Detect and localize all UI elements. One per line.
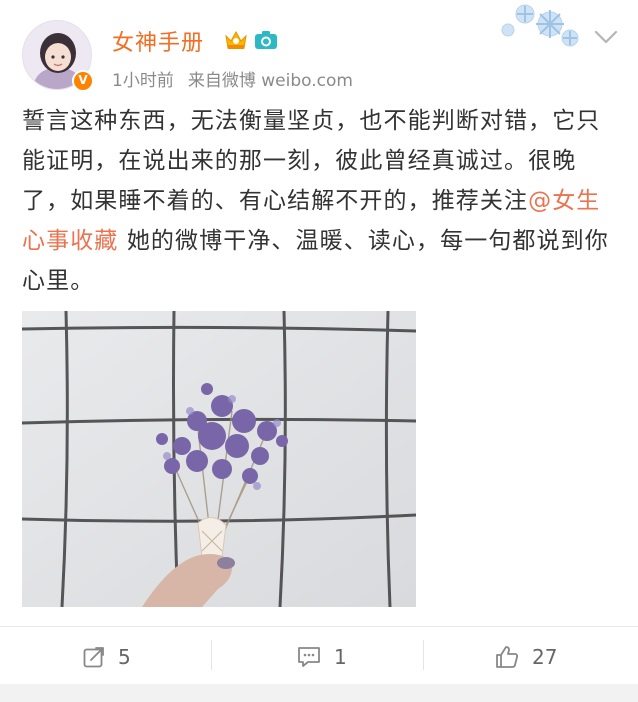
post-source[interactable]: 来自微博 weibo.com	[188, 71, 353, 91]
post-image[interactable]	[22, 311, 416, 607]
post-meta: 1小时前 来自微博 weibo.com	[112, 66, 367, 91]
share-icon	[83, 647, 104, 668]
post-text: 誓言这种东西，无法衡量坚贞，也不能判断对错，它只能证明，在说出来的那一刻，彼此曾…	[22, 101, 622, 301]
post-text-before: 誓言这种东西，无法衡量坚贞，也不能判断对错，它只能证明，在说出来的那一刻，彼此曾…	[22, 108, 601, 214]
chevron-down-icon[interactable]	[592, 26, 620, 48]
bottom-spacer	[0, 684, 638, 702]
verified-badge-icon: V	[72, 70, 94, 92]
action-separator	[423, 640, 424, 670]
footer-divider	[0, 626, 638, 627]
comment-count: 1	[334, 645, 347, 669]
repost-button[interactable]: 5	[82, 640, 131, 674]
camera-icon[interactable]	[254, 30, 278, 50]
comment-button[interactable]: 1	[296, 640, 347, 674]
comment-icon	[298, 647, 320, 667]
thumbs-up-icon	[496, 646, 518, 668]
vip-crown-icon[interactable]	[224, 29, 248, 51]
weibo-post-card: V 女神手册 1小时前 来自微博 weibo.com 誓言这种东西，无法衡量坚贞，…	[0, 0, 638, 702]
like-count: 27	[532, 645, 558, 669]
like-button[interactable]: 27	[494, 640, 557, 674]
repost-count: 5	[118, 645, 131, 669]
username[interactable]: 女神手册	[112, 25, 204, 57]
post-time: 1小时前	[112, 71, 174, 91]
avatar[interactable]: V	[22, 20, 94, 92]
action-separator	[211, 640, 212, 670]
